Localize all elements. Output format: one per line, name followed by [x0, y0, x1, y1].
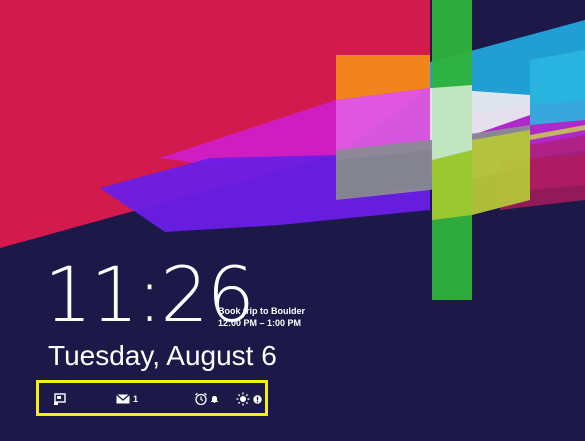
calendar-event-time: 12:00 PM – 1:00 PM: [218, 318, 302, 328]
mail-unread-count: 1: [133, 394, 139, 404]
wallpaper-background: [0, 0, 585, 441]
lock-screen[interactable]: 11:26 Book trip to Boulder 12:00 PM – 1:…: [0, 0, 585, 441]
alert-icon: [253, 394, 262, 404]
travel-app-icon: [54, 392, 66, 405]
calendar-event-title: Book trip to Boulder: [218, 306, 305, 316]
lock-screen-date: Tuesday, August 6: [48, 340, 277, 371]
notification-weather: [236, 392, 262, 406]
weather-sun-icon: [236, 392, 250, 406]
notification-travel: [53, 392, 67, 406]
notification-alarm: [194, 392, 218, 406]
notification-highlight-box: 1: [36, 380, 268, 416]
notification-mail: 1: [116, 392, 138, 406]
calendar-event: Book trip to Boulder 12:00 PM – 1:00 PM: [218, 305, 305, 329]
alarm-clock-icon: [195, 392, 207, 406]
mail-icon: [116, 394, 130, 404]
bell-icon: [211, 396, 218, 403]
